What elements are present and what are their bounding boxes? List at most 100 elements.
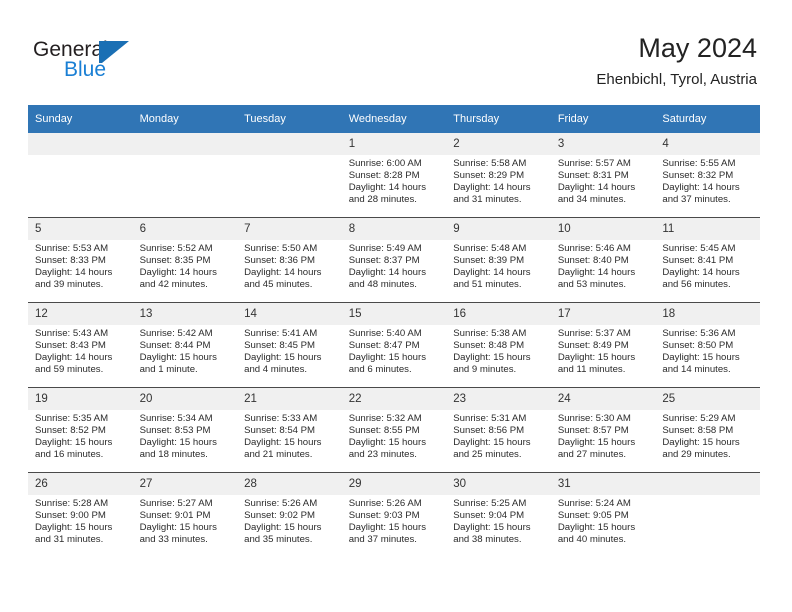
sunrise-text: Sunrise: 5:24 AM: [557, 498, 631, 509]
daylight-text-line1: Daylight: 15 hours: [348, 437, 427, 449]
calendar-day-cell[interactable]: 7 Sunrise: 5:50 AM Sunset: 8:36 PM Daylight…: [237, 217, 342, 303]
sunrise-text: Sunrise: 5:57 AM: [557, 158, 631, 169]
day-sun-info: Sunrise: 5:55 AM Sunset: 8:32 PM Daylight:…: [655, 155, 760, 206]
sunset-text: Sunset: 8:32 PM: [662, 170, 734, 182]
page-title: May 2024: [638, 33, 757, 63]
calendar-day-cell[interactable]: 29 Sunrise: 5:26 AM Sunset: 9:03 PM Dayligh…: [341, 472, 447, 557]
day-sun-info: Sunrise: 5:26 AM Sunset: 9:02 PM Daylight:…: [237, 495, 342, 546]
calendar-day-cell[interactable]: 16 Sunrise: 5:38 AM Sunset: 8:48 PM Dayligh…: [446, 302, 551, 388]
sunrise-text: Sunrise: 5:34 AM: [139, 413, 213, 424]
brand-logo[interactable]: General Blue: [33, 38, 163, 86]
daylight-text-line1: Daylight: 15 hours: [139, 522, 217, 534]
day-sun-info: Sunrise: 5:24 AM Sunset: 9:05 PM Daylight:…: [551, 495, 656, 546]
daylight-text-line2: and 11 minutes.: [557, 364, 626, 376]
sunset-text: Sunset: 8:35 PM: [139, 255, 211, 267]
sunset-text: Sunset: 8:57 PM: [557, 425, 629, 437]
calendar-day-cell[interactable]: 13 Sunrise: 5:42 AM Sunset: 8:44 PM Dayligh…: [132, 302, 238, 388]
day-number: [132, 133, 238, 155]
sunset-text: Sunset: 8:33 PM: [35, 255, 106, 267]
calendar-day-cell[interactable]: 4 Sunrise: 5:55 AM Sunset: 8:32 PM Daylight…: [655, 133, 760, 218]
calendar-day-cell[interactable]: 15 Sunrise: 5:40 AM Sunset: 8:47 PM Dayligh…: [341, 302, 447, 388]
sunset-text: Sunset: 8:54 PM: [244, 425, 316, 437]
sunset-text: Sunset: 8:36 PM: [244, 255, 316, 267]
daylight-text-line2: and 45 minutes.: [244, 279, 313, 291]
daylight-text-line2: and 35 minutes.: [244, 534, 313, 546]
brand-name-blue: Blue: [64, 58, 107, 81]
daylight-text-line2: and 48 minutes.: [348, 279, 417, 291]
calendar-day-cell[interactable]: 17 Sunrise: 5:37 AM Sunset: 8:49 PM Dayligh…: [550, 302, 656, 388]
daylight-text-line2: and 38 minutes.: [453, 534, 522, 546]
sunset-text: Sunset: 9:04 PM: [453, 510, 525, 522]
calendar-day-cell[interactable]: 21 Sunrise: 5:33 AM Sunset: 8:54 PM Dayligh…: [237, 387, 342, 473]
sunrise-text: Sunrise: 5:35 AM: [35, 413, 109, 424]
sunset-text: Sunset: 8:28 PM: [348, 170, 420, 182]
calendar-day-cell[interactable]: 11 Sunrise: 5:45 AM Sunset: 8:41 PM Dayligh…: [655, 217, 760, 303]
calendar-week-row: 1 Sunrise: 6:00 AM Sunset: 8:28 PM Daylight…: [28, 133, 760, 218]
daylight-text-line1: Daylight: 15 hours: [453, 522, 531, 534]
calendar-day-cell[interactable]: 2 Sunrise: 5:58 AM Sunset: 8:29 PM Daylight…: [446, 133, 551, 218]
calendar-day-cell[interactable]: 9 Sunrise: 5:48 AM Sunset: 8:39 PM Daylight…: [446, 217, 551, 303]
calendar-day-cell[interactable]: 30 Sunrise: 5:25 AM Sunset: 9:04 PM Dayligh…: [446, 472, 551, 557]
day-number: 14: [237, 303, 342, 325]
title-block: May 2024 Ehenbichl, Tyrol, Austria: [596, 32, 757, 90]
day-sun-info: Sunrise: 5:53 AM Sunset: 8:33 PM Daylight:…: [28, 240, 133, 291]
daylight-text-line1: Daylight: 15 hours: [139, 352, 217, 364]
calendar-day-cell[interactable]: 5 Sunrise: 5:53 AM Sunset: 8:33 PM Daylight…: [28, 217, 133, 303]
daylight-text-line1: Daylight: 15 hours: [35, 437, 113, 449]
calendar-day-cell-empty: [655, 472, 760, 557]
calendar-day-cell[interactable]: 26 Sunrise: 5:28 AM Sunset: 9:00 PM Dayligh…: [28, 472, 133, 557]
day-sun-info: Sunrise: 5:50 AM Sunset: 8:36 PM Daylight:…: [237, 240, 342, 291]
calendar-day-cell[interactable]: 31 Sunrise: 5:24 AM Sunset: 9:05 PM Dayligh…: [550, 472, 656, 557]
calendar-day-cell[interactable]: 14 Sunrise: 5:41 AM Sunset: 8:45 PM Dayligh…: [237, 302, 342, 388]
calendar-day-cell[interactable]: 18 Sunrise: 5:36 AM Sunset: 8:50 PM Dayligh…: [655, 302, 760, 388]
calendar-day-cell[interactable]: 3 Sunrise: 5:57 AM Sunset: 8:31 PM Daylight…: [550, 133, 656, 218]
sunrise-text: Sunrise: 5:25 AM: [453, 498, 527, 509]
calendar-day-cell[interactable]: 27 Sunrise: 5:27 AM Sunset: 9:01 PM Dayligh…: [132, 472, 238, 557]
calendar-day-cell[interactable]: 23 Sunrise: 5:31 AM Sunset: 8:56 PM Dayligh…: [446, 387, 551, 473]
calendar-day-cell[interactable]: 12 Sunrise: 5:43 AM Sunset: 8:43 PM Dayligh…: [28, 302, 133, 388]
daylight-text-line2: and 51 minutes.: [453, 279, 522, 291]
sunset-text: Sunset: 8:41 PM: [662, 255, 734, 267]
sunrise-text: Sunrise: 5:26 AM: [244, 498, 318, 509]
calendar-day-cell[interactable]: 22 Sunrise: 5:32 AM Sunset: 8:55 PM Dayligh…: [341, 387, 447, 473]
calendar-day-cell[interactable]: 19 Sunrise: 5:35 AM Sunset: 8:52 PM Dayligh…: [28, 387, 133, 473]
day-number: 1: [341, 133, 447, 155]
calendar-day-cell[interactable]: 10 Sunrise: 5:46 AM Sunset: 8:40 PM Dayligh…: [550, 217, 656, 303]
sunrise-text: Sunrise: 5:36 AM: [662, 328, 736, 339]
day-sun-info: Sunrise: 5:31 AM Sunset: 8:56 PM Daylight:…: [446, 410, 551, 461]
daylight-text-line1: Daylight: 14 hours: [244, 267, 322, 279]
day-number: 10: [550, 218, 656, 240]
daylight-text-line1: Daylight: 15 hours: [139, 437, 217, 449]
calendar-day-cell[interactable]: 25 Sunrise: 5:29 AM Sunset: 8:58 PM Dayligh…: [655, 387, 760, 473]
day-number: 3: [550, 133, 656, 155]
daylight-text-line1: Daylight: 14 hours: [35, 352, 113, 364]
calendar-day-cell[interactable]: 1 Sunrise: 6:00 AM Sunset: 8:28 PM Daylight…: [341, 133, 447, 218]
day-sun-info: Sunrise: 5:27 AM Sunset: 9:01 PM Daylight:…: [133, 495, 238, 546]
daylight-text-line2: and 23 minutes.: [348, 449, 417, 461]
sunset-text: Sunset: 8:58 PM: [662, 425, 734, 437]
daylight-text-line1: Daylight: 14 hours: [348, 267, 427, 279]
day-number: [28, 133, 133, 155]
daylight-text-line2: and 6 minutes.: [348, 364, 412, 376]
calendar-day-cell[interactable]: 28 Sunrise: 5:26 AM Sunset: 9:02 PM Dayligh…: [237, 472, 342, 557]
daylight-text-line1: Daylight: 15 hours: [348, 352, 427, 364]
daylight-text-line2: and 31 minutes.: [35, 534, 104, 546]
daylight-text-line2: and 27 minutes.: [557, 449, 627, 461]
daylight-text-line1: Daylight: 14 hours: [662, 182, 740, 194]
calendar-day-cell[interactable]: 6 Sunrise: 5:52 AM Sunset: 8:35 PM Daylight…: [132, 217, 238, 303]
sunrise-text: Sunrise: 5:40 AM: [348, 328, 422, 339]
daylight-text-line1: Daylight: 15 hours: [244, 437, 322, 449]
sunset-text: Sunset: 9:05 PM: [557, 510, 629, 522]
day-number: 12: [28, 303, 133, 325]
sunrise-text: Sunrise: 5:32 AM: [348, 413, 422, 424]
daylight-text-line1: Daylight: 15 hours: [348, 522, 427, 534]
calendar-day-cell[interactable]: 20 Sunrise: 5:34 AM Sunset: 8:53 PM Dayligh…: [132, 387, 238, 473]
calendar-day-cell-empty: [28, 133, 133, 218]
sunset-text: Sunset: 8:37 PM: [348, 255, 420, 267]
calendar-week-row: 19 Sunrise: 5:35 AM Sunset: 8:52 PM Dayligh…: [28, 387, 760, 473]
calendar-day-cell[interactable]: 8 Sunrise: 5:49 AM Sunset: 8:37 PM Daylight…: [341, 217, 447, 303]
sunrise-text: Sunrise: 5:58 AM: [453, 158, 527, 169]
day-sun-info: Sunrise: 5:25 AM Sunset: 9:04 PM Daylight:…: [446, 495, 551, 546]
weekday-header-row: Sunday Monday Tuesday Wednesday Thursday…: [28, 105, 760, 133]
calendar-day-cell[interactable]: 24 Sunrise: 5:30 AM Sunset: 8:57 PM Dayligh…: [550, 387, 656, 473]
